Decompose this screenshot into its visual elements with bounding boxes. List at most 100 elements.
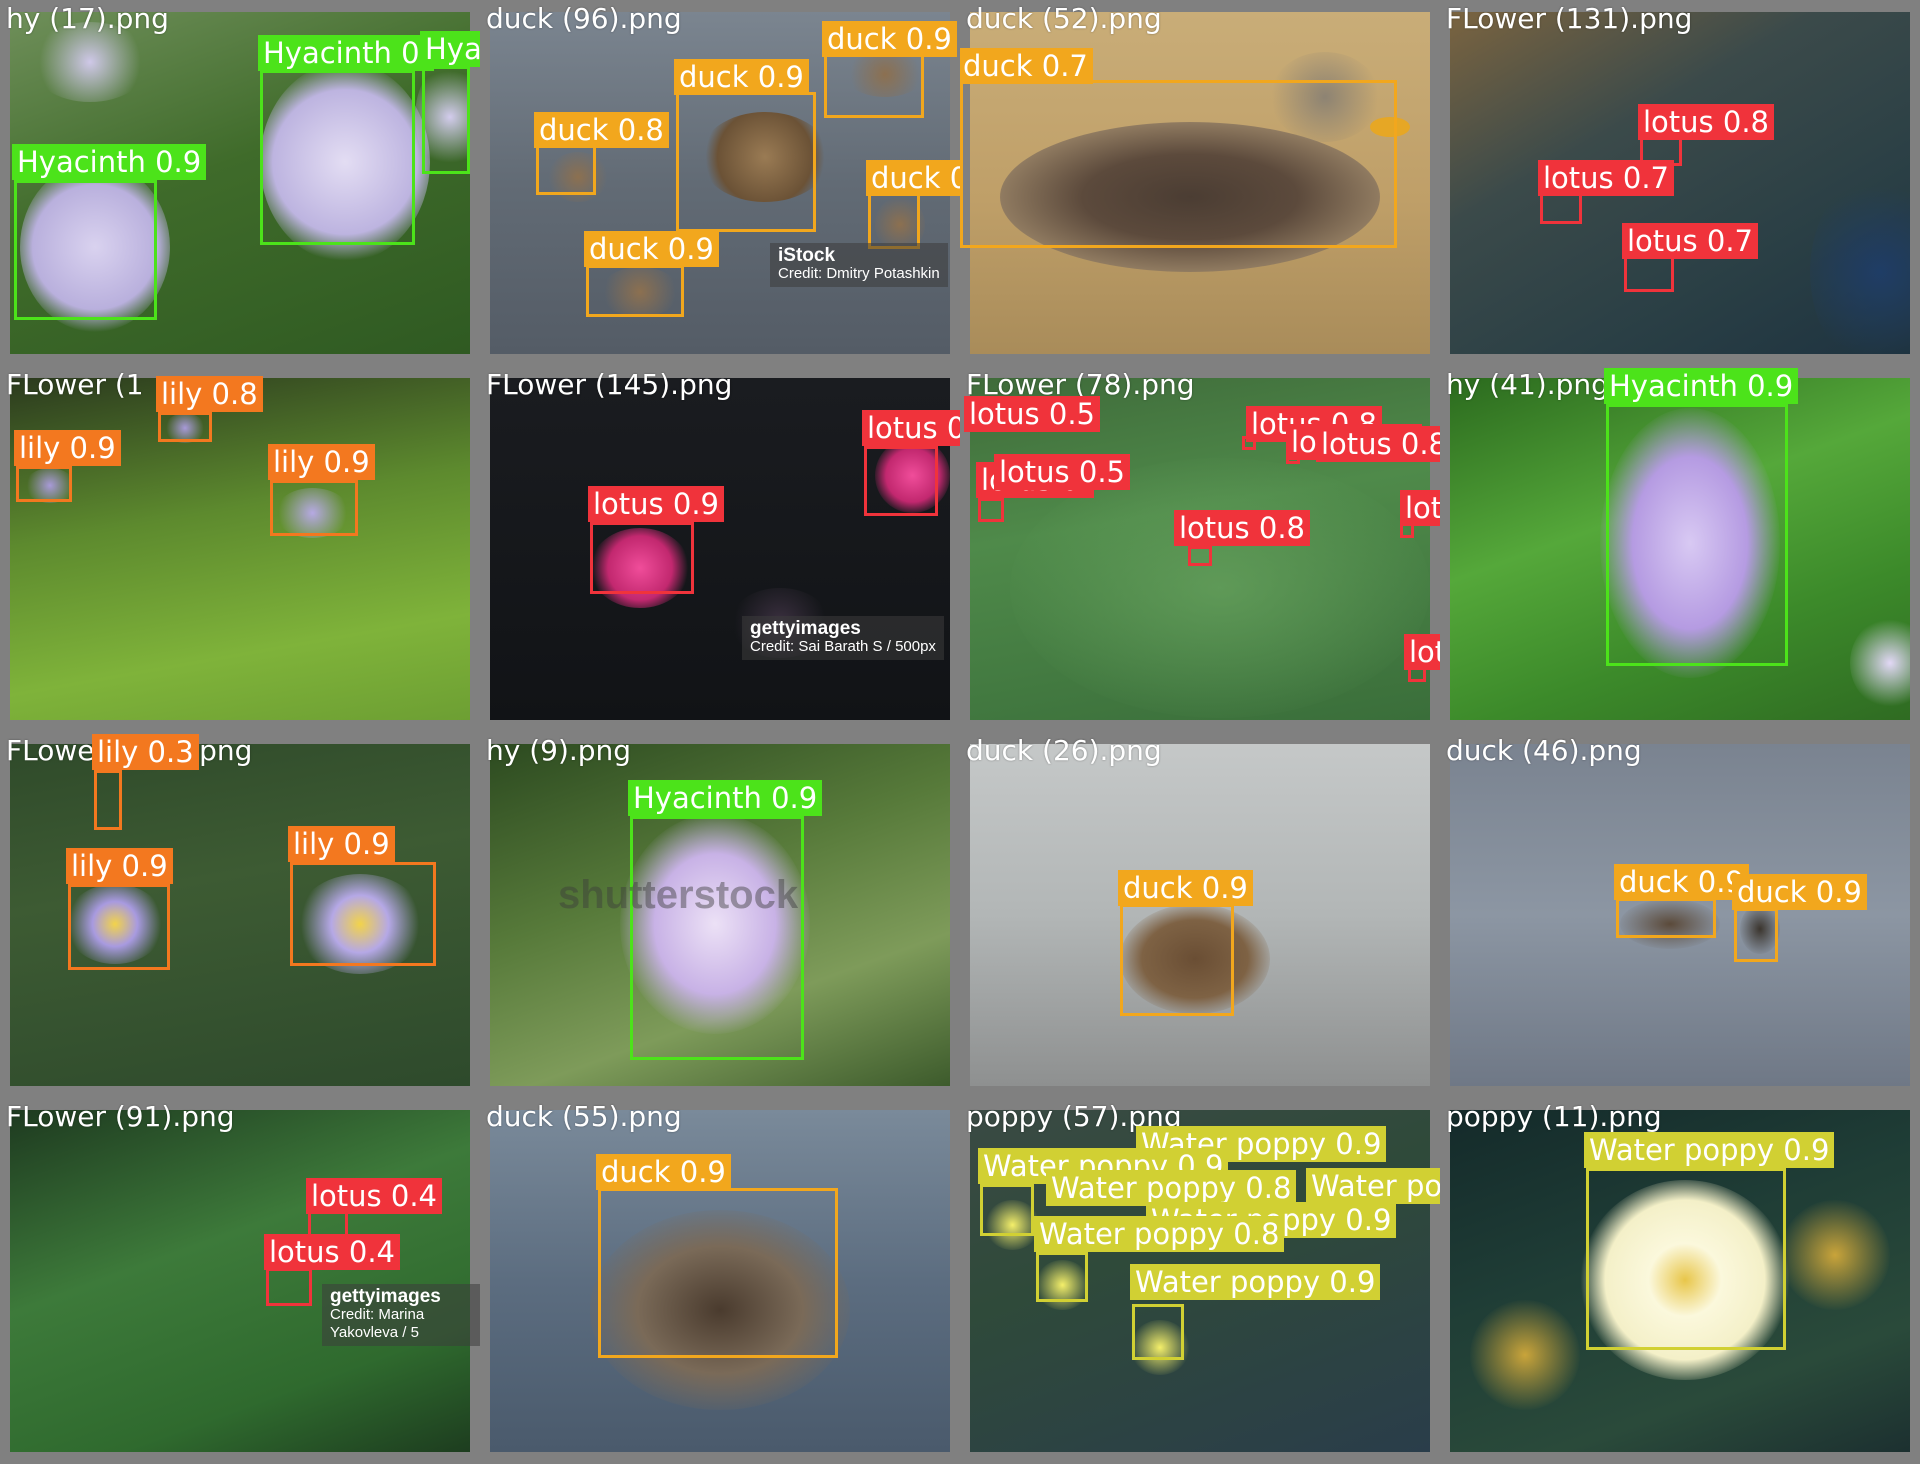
detection-box bbox=[16, 466, 72, 502]
tile-flower-145: FLower (145).png gettyimages Credit: Sai … bbox=[480, 366, 960, 732]
detection-label: duck 0.7 bbox=[866, 160, 960, 196]
filename-label: duck (46).png bbox=[1446, 734, 1642, 767]
filename-label: duck (26).png bbox=[966, 734, 1162, 767]
detection-label: lotus 0.5 bbox=[964, 396, 1100, 432]
detection-box bbox=[868, 193, 920, 249]
photo-lotus-pads bbox=[1450, 12, 1910, 354]
detection-label: Water poppy 0.8 bbox=[1034, 1216, 1285, 1252]
filename-label: hy (9).png bbox=[486, 734, 632, 767]
tile-duck-46: duck (46).png duck 0.9 duck 0.9 bbox=[1440, 732, 1920, 1098]
tile-duck-52: duck (52).png duck 0.7 bbox=[960, 0, 1440, 366]
detection-box bbox=[1036, 1252, 1088, 1302]
detection-box bbox=[422, 66, 470, 174]
tile-flower-1: FLower (1 lily 0.8 lily 0.9 lily 0.9 bbox=[0, 366, 480, 732]
detection-label: Water poppy 0.8 bbox=[1046, 1170, 1297, 1206]
tile-duck-55: duck (55).png duck 0.9 bbox=[480, 1098, 960, 1464]
detection-label: lotus 0.6 bbox=[1400, 490, 1440, 526]
photo-white-lotus-pads bbox=[10, 1110, 470, 1452]
filename-label: duck (96).png bbox=[486, 2, 682, 35]
detection-label: Hyacinth 0.9 bbox=[1604, 368, 1799, 404]
stock-watermark: shutterstock bbox=[558, 873, 799, 917]
tile-duck-96: duck (96).png iStock Credit: Dmitry Potas… bbox=[480, 0, 960, 366]
detection-box bbox=[14, 180, 157, 320]
detection-label: lily 0.9 bbox=[268, 444, 375, 480]
filename-label: hy (41).png bbox=[1446, 368, 1609, 401]
detection-box bbox=[266, 1268, 312, 1306]
tile-poppy-11: poppy (11).png Water poppy 0.9 bbox=[1440, 1098, 1920, 1464]
detection-label: lotus 0.5 bbox=[994, 454, 1130, 490]
detection-box bbox=[270, 480, 358, 536]
detection-box bbox=[68, 884, 170, 970]
detection-box bbox=[260, 70, 415, 245]
detection-box bbox=[94, 770, 122, 830]
detection-label: Hyacinth 0. bbox=[258, 35, 434, 71]
detection-label: lotus 0. bbox=[862, 410, 960, 446]
detection-label: duck 0.9 bbox=[674, 59, 809, 95]
tile-flower-182: FLower (182).png lily 0.3 lily 0.9 lily … bbox=[0, 732, 480, 1098]
detection-label: lotus 0.4 bbox=[306, 1178, 442, 1214]
tile-poppy-57: poppy (57).png Water poppy 0.9 Water pop… bbox=[960, 1098, 1440, 1464]
detection-box bbox=[1132, 1304, 1184, 1360]
detection-label: lotus 0.8 bbox=[1174, 510, 1310, 546]
detection-label: Hyacinth 0.9 bbox=[12, 144, 207, 180]
detection-box bbox=[676, 92, 816, 232]
detection-box bbox=[1606, 404, 1788, 666]
detection-box bbox=[978, 498, 1004, 522]
detection-label: Hyacinth 0.4 bbox=[420, 31, 480, 67]
stock-watermark: gettyimages Credit: Sai Barath S / 500px bbox=[742, 616, 944, 660]
detection-label: lotus 0.4 bbox=[264, 1234, 400, 1270]
detection-label: duck 0.8 bbox=[534, 112, 669, 148]
detection-label: duck 0.7 bbox=[960, 48, 1093, 84]
detection-box bbox=[980, 1184, 1034, 1236]
detection-box bbox=[1188, 546, 1212, 566]
detection-label: lotus 0.8 bbox=[1638, 104, 1774, 140]
filename-label: FLower (91).png bbox=[6, 1100, 235, 1133]
tile-flower-91: FLower (91).png gettyimages Credit: Marin… bbox=[0, 1098, 480, 1464]
filename-label: hy (17).png bbox=[6, 2, 169, 35]
tile-hy-41: hy (41).png Hyacinth 0.9 bbox=[1440, 366, 1920, 732]
filename-label: FLower (1 bbox=[6, 368, 144, 401]
detection-box bbox=[1616, 898, 1716, 938]
detection-box bbox=[1734, 908, 1778, 962]
filename-label: poppy (11).png bbox=[1446, 1100, 1662, 1133]
detection-box bbox=[960, 80, 1397, 248]
tile-hy-9: hy (9).png shutterstock Hyacinth 0.9 bbox=[480, 732, 960, 1098]
detection-label: Hyacinth 0.9 bbox=[628, 780, 823, 816]
detection-label: lily 0.9 bbox=[14, 430, 121, 466]
detection-box bbox=[158, 412, 212, 442]
prediction-grid: hy (17).png Hyacinth 0.9 Hyacinth 0. Hya… bbox=[0, 0, 1920, 1464]
detection-label: lily 0.3 bbox=[92, 734, 199, 770]
detection-label: duck 0.9 bbox=[596, 1154, 731, 1190]
filename-label: duck (52).png bbox=[966, 2, 1162, 35]
detection-label: duck 0.9 bbox=[1118, 870, 1253, 906]
detection-label: Water poppy 0.9 bbox=[1130, 1264, 1381, 1300]
filename-label: FLower (131).png bbox=[1446, 2, 1693, 35]
detection-label: lotus 0.8 bbox=[1316, 426, 1440, 462]
detection-label: duck 0.9 bbox=[584, 231, 719, 267]
detection-box bbox=[536, 145, 596, 195]
filename-label: FLower (145).png bbox=[486, 368, 733, 401]
filename-label: duck (55).png bbox=[486, 1100, 682, 1133]
detection-label: lily 0.9 bbox=[288, 826, 395, 862]
tile-flower-78: FLower (78).png lotus 0.5 lotus 0. lotus… bbox=[960, 366, 1440, 732]
detection-label: Water poppy 0.9 bbox=[1306, 1168, 1440, 1204]
detection-box bbox=[824, 52, 924, 118]
detection-box bbox=[586, 265, 684, 317]
detection-label: lotus 0.7 bbox=[1538, 160, 1674, 196]
detection-label: lily 0.9 bbox=[66, 848, 173, 884]
tile-hy-17: hy (17).png Hyacinth 0.9 Hyacinth 0. Hya… bbox=[0, 0, 480, 366]
detection-box bbox=[1586, 1168, 1786, 1350]
stock-watermark: iStock Credit: Dmitry Potashkin bbox=[770, 243, 948, 287]
tile-duck-26: duck (26).png duck 0.9 bbox=[960, 732, 1440, 1098]
detection-label: Water poppy 0.9 bbox=[1584, 1132, 1835, 1168]
detection-box bbox=[598, 1188, 838, 1358]
detection-box bbox=[864, 446, 938, 516]
detection-box bbox=[630, 816, 804, 1060]
detection-label: duck 0.9 bbox=[1732, 874, 1867, 910]
stock-watermark: gettyimages Credit: Marina Yakovleva / 5 bbox=[322, 1284, 480, 1346]
detection-box bbox=[290, 862, 436, 966]
detection-label: duck 0.9 bbox=[1614, 864, 1749, 900]
detection-label: lotus 0.6 bbox=[1404, 634, 1440, 670]
detection-box bbox=[1120, 904, 1234, 1016]
detection-label: lotus 0.7 bbox=[1622, 223, 1758, 259]
